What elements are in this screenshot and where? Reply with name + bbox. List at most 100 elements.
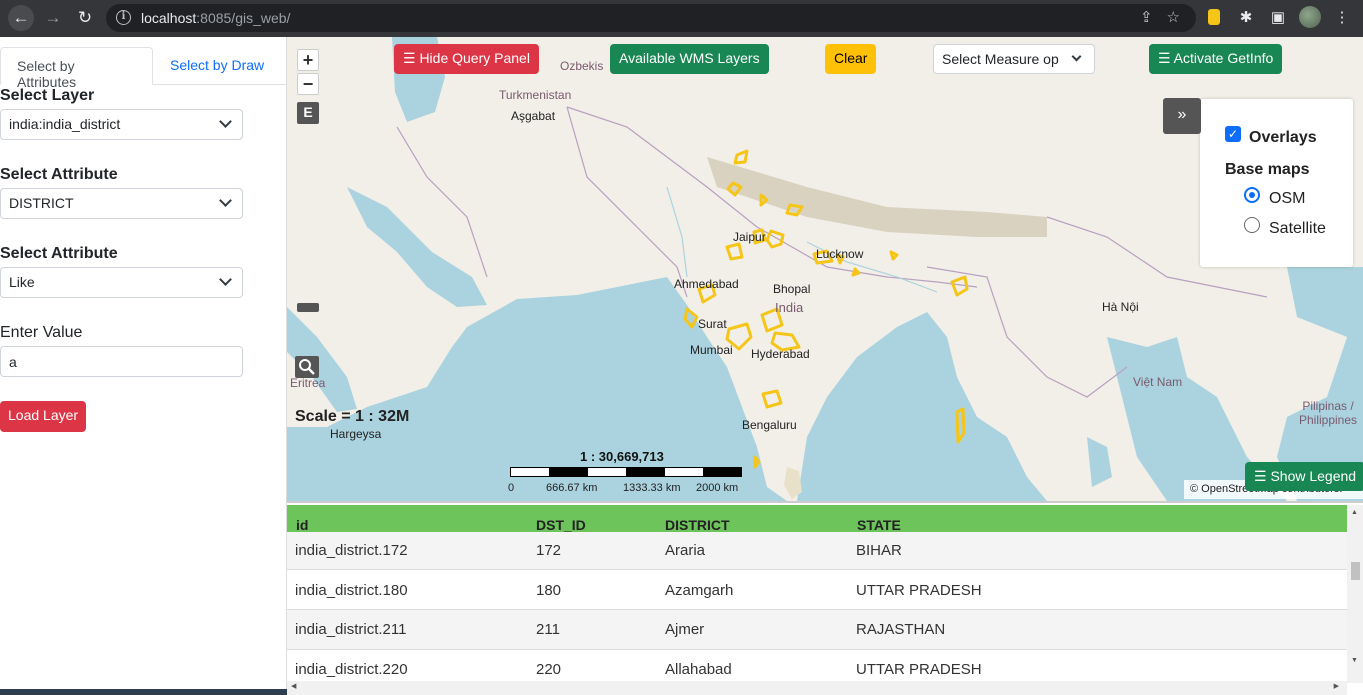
address-bar[interactable]: i localhost:8085/gis_web/ ⇪ ☆ bbox=[106, 4, 1196, 32]
table-row[interactable]: india_district.180 180 Azamgarh UTTAR PR… bbox=[287, 570, 1347, 610]
scale-tick-2: 1333.33 km bbox=[623, 482, 681, 494]
column-header-dst-id[interactable]: DST_ID bbox=[536, 517, 586, 533]
collapse-layer-panel-button[interactable]: » bbox=[1163, 98, 1201, 134]
map-label-eritrea: Eritrea bbox=[290, 376, 326, 390]
query-tabs: Select by Attributes Select by Draw bbox=[0, 47, 287, 90]
value-input[interactable] bbox=[0, 346, 243, 377]
map-view[interactable]: Turkmenistan Aşgabat Ozbekis Jaipur Luck… bbox=[287, 37, 1363, 501]
show-legend-button[interactable]: ☰ Show Legend bbox=[1245, 462, 1363, 491]
results-table: id DST_ID DISTRICT STATE india_district.… bbox=[287, 501, 1363, 695]
scroll-left-icon[interactable]: ◀ bbox=[291, 682, 296, 690]
back-arrow-icon[interactable]: ← bbox=[8, 5, 34, 31]
bookmark-star-icon[interactable]: ☆ bbox=[1167, 8, 1180, 26]
chevron-down-icon bbox=[219, 194, 232, 207]
operator-select[interactable]: Like bbox=[0, 267, 243, 298]
cell-id: india_district.180 bbox=[295, 582, 408, 599]
cell-state: RAJASTHAN bbox=[856, 621, 946, 638]
cell-id: india_district.211 bbox=[295, 621, 407, 638]
browser-toolbar: ← → ↻ i localhost:8085/gis_web/ ⇪ ☆ ✱ ▣ … bbox=[0, 0, 1363, 37]
select-attribute-label: Select Attribute bbox=[0, 166, 118, 183]
cell-dst-id: 211 bbox=[536, 621, 560, 638]
scale-text: Scale = 1 : 32M bbox=[295, 408, 410, 425]
cell-id: india_district.220 bbox=[295, 661, 408, 678]
cell-id: india_district.172 bbox=[295, 542, 408, 559]
cell-dst-id: 172 bbox=[536, 542, 562, 559]
scroll-thumb[interactable] bbox=[1351, 562, 1360, 580]
table-vertical-scrollbar[interactable]: ▲ ▼ bbox=[1347, 505, 1363, 683]
hide-query-panel-button[interactable]: ☰ Hide Query Panel bbox=[394, 44, 539, 74]
load-layer-button[interactable]: Load Layer bbox=[0, 401, 87, 432]
attribute-select[interactable]: DISTRICT bbox=[0, 188, 243, 219]
scale-tick-3: 2000 km bbox=[696, 482, 739, 494]
site-info-icon[interactable]: i bbox=[116, 10, 131, 25]
map-label-lucknow: Lucknow bbox=[816, 247, 864, 261]
map-label-bengaluru: Bengaluru bbox=[742, 418, 797, 432]
osm-label: OSM bbox=[1269, 190, 1306, 207]
overlays-checkbox[interactable]: ✓ bbox=[1225, 126, 1241, 142]
table-row[interactable]: india_district.172 172 Araria BIHAR bbox=[287, 532, 1347, 570]
zoom-extent-button[interactable]: E bbox=[297, 102, 319, 124]
map-label-jaipur: Jaipur bbox=[733, 230, 766, 244]
table-horizontal-scrollbar[interactable]: ◀ ▶ bbox=[287, 681, 1347, 695]
cell-state: UTTAR PRADESH bbox=[856, 661, 982, 678]
satellite-radio[interactable] bbox=[1244, 217, 1260, 233]
layer-select[interactable]: india:india_district bbox=[0, 109, 243, 140]
search-icon[interactable] bbox=[295, 356, 319, 378]
zoom-out-button[interactable]: − bbox=[297, 73, 319, 95]
osm-radio[interactable] bbox=[1244, 187, 1260, 203]
puzzle-extensions-icon[interactable]: ✱ bbox=[1235, 6, 1257, 28]
map-label-ashgabat: Aşgabat bbox=[511, 109, 556, 123]
tab-select-by-draw[interactable]: Select by Draw bbox=[154, 47, 280, 85]
measure-select[interactable]: Select Measure op bbox=[933, 44, 1095, 74]
map-label-bhopal: Bhopal bbox=[773, 282, 811, 296]
scroll-down-icon[interactable]: ▼ bbox=[1351, 657, 1358, 664]
map-label-viet-nam: Việt Nam bbox=[1133, 375, 1183, 389]
side-panel-icon[interactable]: ▣ bbox=[1267, 6, 1289, 28]
scale-bar-ratio: 1 : 30,669,713 bbox=[580, 449, 664, 464]
column-header-state[interactable]: STATE bbox=[857, 517, 901, 533]
extension-icon[interactable] bbox=[1203, 6, 1225, 28]
scroll-right-icon[interactable]: ▶ bbox=[1334, 682, 1339, 690]
cell-district: Ajmer bbox=[665, 621, 705, 638]
cell-district: Allahabad bbox=[665, 661, 732, 678]
attribute-select-value: DISTRICT bbox=[9, 195, 74, 211]
operator-select-value: Like bbox=[9, 274, 35, 290]
cell-district: Araria bbox=[665, 542, 706, 559]
available-wms-layers-button[interactable]: Available WMS Layers bbox=[610, 44, 769, 74]
map-label-surat: Surat bbox=[698, 317, 727, 331]
table-row[interactable]: india_district.211 211 Ajmer RAJASTHAN bbox=[287, 610, 1347, 650]
reload-icon[interactable]: ↻ bbox=[72, 5, 98, 31]
clear-button[interactable]: Clear bbox=[825, 44, 876, 74]
map-label-ahmedabad: Ahmedabad bbox=[674, 277, 739, 291]
overlays-label: Overlays bbox=[1249, 129, 1317, 146]
share-icon[interactable]: ⇪ bbox=[1140, 8, 1153, 26]
cell-dst-id: 180 bbox=[536, 582, 562, 599]
zoom-in-button[interactable]: + bbox=[297, 49, 319, 71]
map-label-hyderabad: Hyderabad bbox=[751, 347, 810, 361]
layer-switcher-panel: ✓ Overlays Base maps OSM Satellite bbox=[1200, 99, 1353, 267]
measure-select-value: Select Measure op bbox=[942, 51, 1059, 67]
column-header-district[interactable]: DISTRICT bbox=[665, 517, 730, 533]
map-label-ozbekis: Ozbekis bbox=[560, 59, 604, 73]
url-path: :8085/gis_web/ bbox=[196, 10, 291, 26]
chevron-down-icon bbox=[1071, 51, 1082, 62]
map-label-india: India bbox=[775, 300, 804, 315]
scroll-up-icon[interactable]: ▲ bbox=[1351, 509, 1358, 516]
cell-district: Azamgarh bbox=[665, 582, 734, 599]
cell-state: BIHAR bbox=[856, 542, 902, 559]
select-layer-label: Select Layer bbox=[0, 87, 95, 104]
chevron-down-icon bbox=[219, 273, 232, 286]
cell-dst-id: 220 bbox=[536, 661, 562, 678]
browser-menu-icon[interactable]: ⋮ bbox=[1331, 6, 1353, 28]
url-text[interactable]: localhost:8085/gis_web/ bbox=[141, 10, 290, 26]
zoom-slider-handle[interactable] bbox=[297, 303, 319, 312]
tab-select-by-attributes[interactable]: Select by Attributes bbox=[0, 47, 153, 90]
chevron-down-icon bbox=[219, 115, 232, 128]
forward-arrow-icon[interactable]: → bbox=[40, 5, 66, 31]
activate-getinfo-button[interactable]: ☰ Activate GetInfo bbox=[1149, 44, 1283, 74]
scale-tick-1: 666.67 km bbox=[546, 482, 598, 494]
column-header-id[interactable]: id bbox=[296, 517, 308, 533]
map-label-philippines: Pilipinas / Philippines bbox=[1298, 399, 1358, 427]
profile-avatar[interactable] bbox=[1299, 6, 1321, 28]
satellite-label: Satellite bbox=[1269, 220, 1326, 237]
